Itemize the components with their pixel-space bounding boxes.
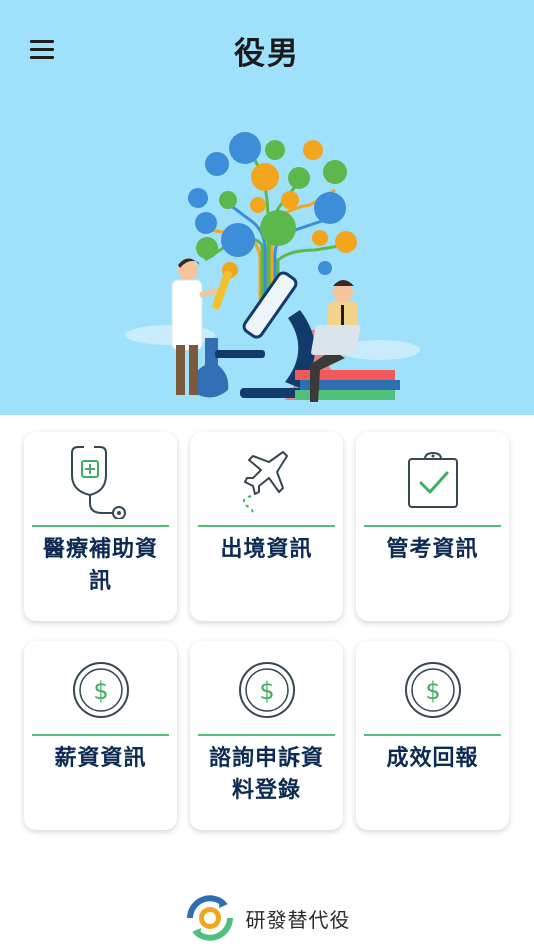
card-assessment-info[interactable]: 管考資訊 [356, 432, 509, 621]
dollar-coin-icon: $ [190, 649, 343, 731]
card-label: 醫療補助資訊 [42, 537, 158, 594]
dollar-coin-icon: $ [356, 649, 509, 731]
card-consultation-complaint[interactable]: $ 諮詢申訴資料登錄 [190, 641, 343, 830]
stethoscope-icon [24, 440, 177, 522]
dollar-coin-icon: $ [24, 649, 177, 731]
card-label: 成效回報 [386, 746, 479, 771]
svg-text:$: $ [425, 677, 440, 705]
research-illustration [125, 132, 420, 402]
card-medical-subsidy[interactable]: 醫療補助資訊 [24, 432, 177, 621]
card-label: 薪資資訊 [54, 746, 147, 771]
clipboard-check-icon [356, 440, 509, 522]
card-departure-info[interactable]: 出境資訊 [190, 432, 343, 621]
svg-text:$: $ [93, 677, 108, 705]
card-salary-info[interactable]: $ 薪資資訊 [24, 641, 177, 830]
card-performance-report[interactable]: $ 成效回報 [356, 641, 509, 830]
card-divider [198, 525, 335, 527]
card-label: 出境資訊 [220, 537, 313, 562]
card-divider [32, 525, 169, 527]
card-divider [364, 734, 501, 736]
page-title: 役男 [234, 36, 300, 72]
card-label: 諮詢申訴資料登錄 [208, 746, 324, 803]
card-divider [32, 734, 169, 736]
card-divider [198, 734, 335, 736]
airplane-icon [190, 440, 343, 522]
rd-logo-icon [186, 895, 233, 941]
footer: 研發替代役 [0, 890, 534, 946]
card-label: 管考資訊 [386, 537, 479, 562]
svg-text:$: $ [259, 677, 274, 705]
header-hero: 役男 [0, 0, 534, 415]
card-divider [364, 525, 501, 527]
app-root: 役男 醫療補助資訊 出境資訊 管考資訊 $ 薪資資訊 $ 諮詢申訴資料登錄 $ … [0, 0, 534, 950]
footer-label: 研發替代役 [245, 907, 351, 932]
